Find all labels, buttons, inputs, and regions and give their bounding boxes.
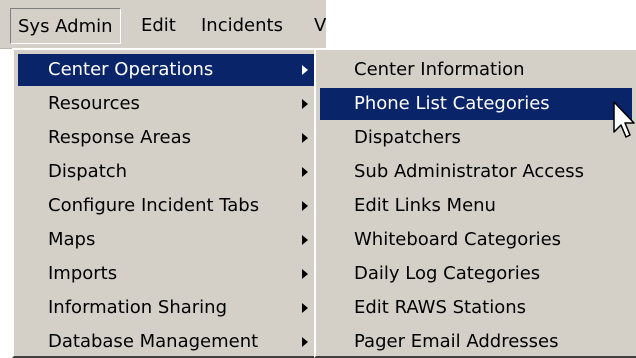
submenu-item-whiteboard-categories[interactable]: Whiteboard Categories <box>320 224 632 256</box>
menu-bar: Sys Admin Edit Incidents V <box>0 0 326 49</box>
menu-item-label: Phone List Categories <box>354 93 550 114</box>
submenu-arrow-icon <box>302 337 308 347</box>
menu-item-dispatch[interactable]: Dispatch <box>18 156 322 188</box>
arrow-cursor-icon <box>613 101 635 138</box>
menu-item-database-management[interactable]: Database Management <box>18 326 322 356</box>
submenu-arrow-icon <box>302 65 308 75</box>
menu-item-label: Pager Email Addresses <box>354 331 559 352</box>
menu-view-clipped[interactable]: V <box>314 8 326 44</box>
submenu-arrow-icon <box>302 269 308 279</box>
menu-item-center-operations[interactable]: Center Operations <box>18 54 322 86</box>
menu-incidents[interactable]: Incidents <box>194 8 290 44</box>
menu-item-label: Configure Incident Tabs <box>48 195 260 216</box>
menu-item-label: Resources <box>48 93 140 114</box>
menu-item-label: Whiteboard Categories <box>354 229 562 250</box>
submenu-arrow-icon <box>302 303 308 313</box>
menu-item-label: Edit RAWS Stations <box>354 297 527 318</box>
menu-item-maps[interactable]: Maps <box>18 224 322 256</box>
submenu-item-pager-email-addresses[interactable]: Pager Email Addresses <box>320 326 632 356</box>
submenu-item-daily-log-categories[interactable]: Daily Log Categories <box>320 258 632 290</box>
menu-item-label: Daily Log Categories <box>354 263 541 284</box>
menu-item-label: Dispatch <box>48 161 128 182</box>
menu-item-information-sharing[interactable]: Information Sharing <box>18 292 322 324</box>
menu-item-label: Imports <box>48 263 118 284</box>
submenu-item-sub-administrator-access[interactable]: Sub Administrator Access <box>320 156 632 188</box>
menu-item-resources[interactable]: Resources <box>18 88 322 120</box>
submenu-item-edit-links-menu[interactable]: Edit Links Menu <box>320 190 632 222</box>
submenu-arrow-icon <box>302 167 308 177</box>
menu-item-label: Maps <box>48 229 96 250</box>
menu-item-label: Center Operations <box>48 59 214 80</box>
submenu-arrow-icon <box>302 235 308 245</box>
menu-item-configure-incident-tabs[interactable]: Configure Incident Tabs <box>18 190 322 222</box>
menu-item-label: Database Management <box>48 331 259 352</box>
menu-item-label: Response Areas <box>48 127 191 148</box>
submenu-item-dispatchers[interactable]: Dispatchers <box>320 122 632 154</box>
submenu-arrow-icon <box>302 133 308 143</box>
menu-item-imports[interactable]: Imports <box>18 258 322 290</box>
menu-item-label: Dispatchers <box>354 127 461 148</box>
submenu-item-edit-raws-stations[interactable]: Edit RAWS Stations <box>320 292 632 324</box>
center-operations-submenu: Center Information Phone List Categories… <box>314 48 636 358</box>
menu-item-label: Edit Links Menu <box>354 195 496 216</box>
sys-admin-dropdown: Center Operations Resources Response Are… <box>12 48 328 358</box>
screenshot-stage: Sys Admin Edit Incidents V Center Operat… <box>0 0 636 358</box>
menu-sys-admin[interactable]: Sys Admin <box>10 8 121 44</box>
submenu-item-phone-list-categories[interactable]: Phone List Categories <box>320 88 632 120</box>
menu-item-response-areas[interactable]: Response Areas <box>18 122 322 154</box>
menu-item-label: Sub Administrator Access <box>354 161 585 182</box>
menu-item-label: Information Sharing <box>48 297 228 318</box>
menu-view-label: V <box>314 15 326 36</box>
submenu-arrow-icon <box>302 201 308 211</box>
menu-item-label: Center Information <box>354 59 525 80</box>
submenu-item-center-information[interactable]: Center Information <box>320 54 632 86</box>
submenu-arrow-icon <box>302 99 308 109</box>
menu-edit[interactable]: Edit <box>134 8 183 44</box>
